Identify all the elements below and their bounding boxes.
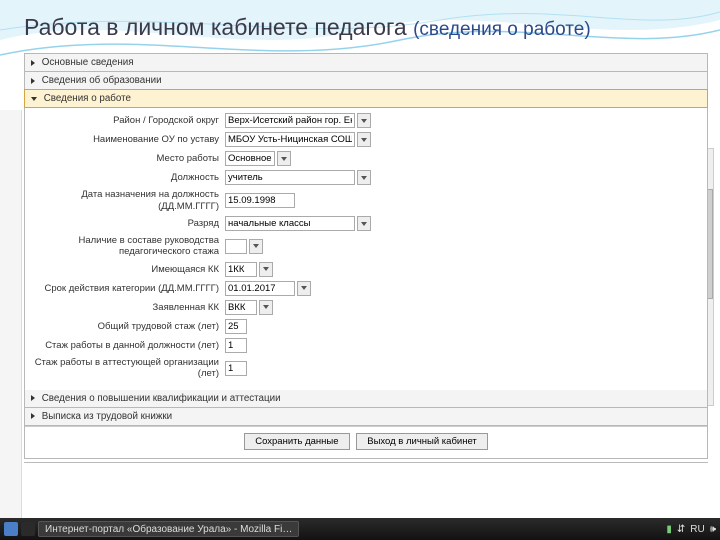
- section-label: Выписка из трудовой книжки: [42, 411, 172, 422]
- taskbar-window-button[interactable]: Интернет-портал «Образование Урала» - Mo…: [38, 521, 299, 537]
- tray-lang[interactable]: RU: [690, 524, 704, 535]
- org-name-input[interactable]: [225, 132, 355, 147]
- rate-input[interactable]: [225, 216, 355, 231]
- dropdown-icon[interactable]: [357, 170, 371, 185]
- field-cat-date: Срок действия категории (ДД.ММ.ГГГГ): [25, 279, 707, 298]
- category-input[interactable]: [225, 262, 257, 277]
- taskbar-app-icon[interactable]: [21, 522, 35, 536]
- field-position: Должность: [25, 168, 707, 187]
- taskbar-window-title: Интернет-портал «Образование Урала» - Mo…: [45, 524, 292, 535]
- dropdown-icon[interactable]: [277, 151, 291, 166]
- section-work-record[interactable]: Выписка из трудовой книжки: [25, 408, 707, 426]
- taskbar-app-icon[interactable]: [4, 522, 18, 536]
- total-exp-input[interactable]: [225, 319, 247, 334]
- cat-date-input[interactable]: [225, 281, 295, 296]
- field-attest-exp: Стаж работы в аттестующей организации (л…: [25, 355, 707, 382]
- attest-exp-input[interactable]: [225, 361, 247, 376]
- field-district: Район / Городской округ: [25, 111, 707, 130]
- section-label: Сведения о повышении квалификации и атте…: [42, 393, 281, 404]
- dropdown-icon[interactable]: [259, 262, 273, 277]
- button-row: Сохранить данные Выход в личный кабинет: [25, 426, 707, 458]
- taskbar: Интернет-портал «Образование Урала» - Mo…: [0, 518, 720, 540]
- work-info-form: Район / Городской округ Наименование ОУ …: [25, 107, 707, 389]
- tray-speaker-icon[interactable]: 🕪: [710, 524, 716, 535]
- chevron-right-icon: [31, 60, 35, 66]
- field-req-cat: Заявленная КК: [25, 298, 707, 317]
- field-mgmt: Наличие в составе руководства педагогиче…: [25, 233, 707, 260]
- pos-exp-input[interactable]: [225, 338, 247, 353]
- dropdown-icon[interactable]: [357, 216, 371, 231]
- field-rate: Разряд: [25, 214, 707, 233]
- form-panel: Основные сведения Сведения об образовани…: [24, 53, 708, 459]
- mgmt-input[interactable]: [225, 239, 247, 254]
- tray-updown-icon[interactable]: ⇵: [677, 524, 685, 535]
- chevron-right-icon: [31, 395, 35, 401]
- chevron-down-icon: [31, 97, 37, 101]
- chevron-right-icon: [31, 413, 35, 419]
- section-work-info[interactable]: Сведения о работе: [24, 89, 708, 108]
- section-label: Основные сведения: [42, 57, 134, 68]
- section-education[interactable]: Сведения об образовании: [25, 72, 707, 90]
- field-total-exp: Общий трудовой стаж (лет): [25, 317, 707, 336]
- field-org-name: Наименование ОУ по уставу: [25, 130, 707, 149]
- field-category: Имеющаяся КК: [25, 260, 707, 279]
- system-tray: ▮ ⇵ RU 🕪: [666, 524, 716, 535]
- field-workplace: Место работы: [25, 149, 707, 168]
- workplace-input[interactable]: [225, 151, 275, 166]
- section-basic-info[interactable]: Основные сведения: [25, 54, 707, 72]
- section-label: Сведения о работе: [44, 93, 131, 104]
- left-gutter: [0, 110, 22, 518]
- req-cat-input[interactable]: [225, 300, 257, 315]
- chevron-right-icon: [31, 78, 35, 84]
- page-title: Работа в личном кабинете педагога (сведе…: [0, 0, 720, 49]
- section-qualification[interactable]: Сведения о повышении квалификации и атте…: [25, 390, 707, 408]
- field-pos-exp: Стаж работы в данной должности (лет): [25, 336, 707, 355]
- dropdown-icon[interactable]: [357, 132, 371, 147]
- field-start-date: Дата назначения на должность (ДД.ММ.ГГГГ…: [25, 187, 707, 214]
- dropdown-icon[interactable]: [259, 300, 273, 315]
- dropdown-icon[interactable]: [357, 113, 371, 128]
- exit-button[interactable]: Выход в личный кабинет: [356, 433, 488, 450]
- dropdown-icon[interactable]: [249, 239, 263, 254]
- dropdown-icon[interactable]: [297, 281, 311, 296]
- start-date-input[interactable]: [225, 193, 295, 208]
- section-label: Сведения об образовании: [42, 75, 162, 86]
- divider: [24, 462, 708, 463]
- tray-network-icon[interactable]: ▮: [666, 524, 672, 535]
- district-input[interactable]: [225, 113, 355, 128]
- position-input[interactable]: [225, 170, 355, 185]
- save-button[interactable]: Сохранить данные: [244, 433, 349, 450]
